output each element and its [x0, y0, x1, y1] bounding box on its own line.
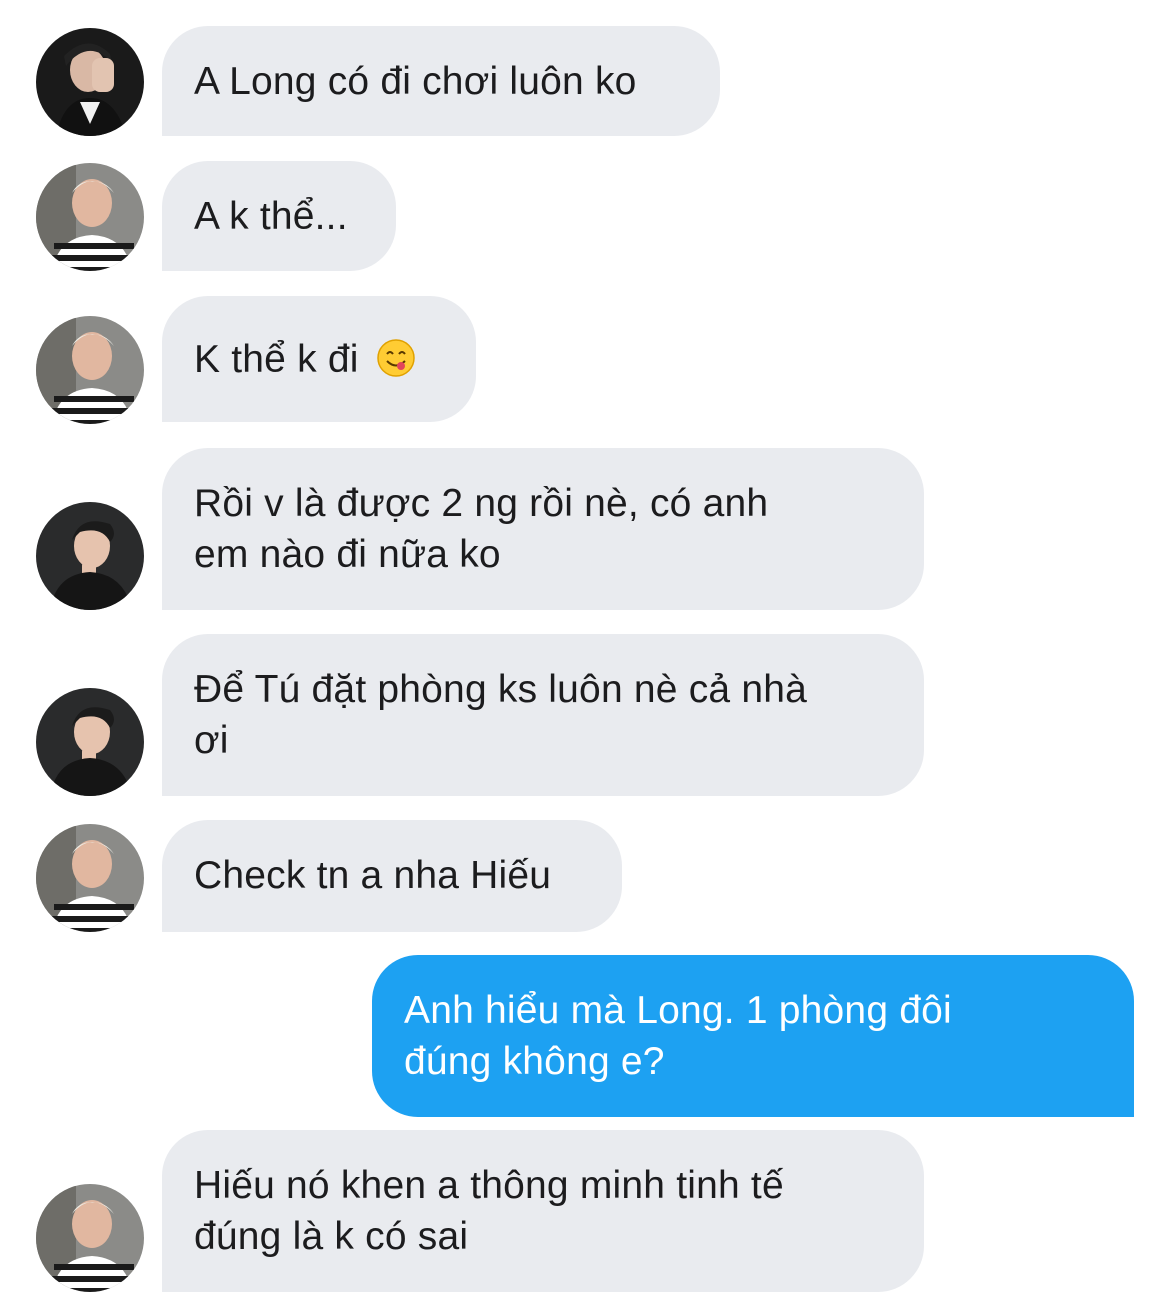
message-line: K thể k đi: [194, 334, 444, 385]
message-text: Anh hiểu mà Long. 1 phòng đôi: [404, 989, 952, 1032]
person-photo-icon: [36, 1184, 144, 1292]
avatar[interactable]: [36, 824, 144, 932]
message-bubble[interactable]: Hiếu nó khen a thông minh tinh tế đúng l…: [162, 1130, 924, 1292]
avatar[interactable]: [36, 688, 144, 796]
message-text: A k thể...: [194, 195, 348, 238]
message-text: đúng không e?: [404, 1040, 665, 1083]
message-text: Để Tú đặt phòng ks luôn nè cả nhà: [194, 668, 807, 711]
person-photo-icon: [36, 688, 144, 796]
avatar[interactable]: [36, 28, 144, 136]
avatar[interactable]: [36, 502, 144, 610]
face-savoring-food-emoji: [376, 338, 415, 377]
message-text: đúng là k có sai: [194, 1215, 469, 1258]
message-text: em nào đi nữa ko: [194, 533, 501, 576]
message-text: Check tn a nha Hiếu: [194, 854, 552, 897]
message-bubble[interactable]: A Long có đi chơi luôn ko: [162, 26, 720, 136]
message-bubble[interactable]: K thể k đi: [162, 296, 476, 422]
message-text: ơi: [194, 719, 229, 762]
message-bubble[interactable]: Rồi v là được 2 ng rồi nè, có anh em nào…: [162, 448, 924, 610]
outgoing-message-bubble[interactable]: Anh hiểu mà Long. 1 phòng đôi đúng không…: [372, 955, 1134, 1117]
person-photo-icon: [36, 28, 144, 136]
person-photo-icon: [36, 502, 144, 610]
message-bubble[interactable]: Để Tú đặt phòng ks luôn nè cả nhà ơi: [162, 634, 924, 796]
avatar[interactable]: [36, 316, 144, 424]
message-bubble[interactable]: Check tn a nha Hiếu: [162, 820, 622, 932]
message-text: K thể k đi: [194, 338, 359, 381]
avatar[interactable]: [36, 163, 144, 271]
message-bubble[interactable]: A k thể...: [162, 161, 396, 271]
avatar[interactable]: [36, 1184, 144, 1292]
message-text: Hiếu nó khen a thông minh tinh tế: [194, 1164, 784, 1207]
message-text: Rồi v là được 2 ng rồi nè, có anh: [194, 482, 769, 525]
person-photo-icon: [36, 316, 144, 424]
message-text: A Long có đi chơi luôn ko: [194, 60, 637, 103]
person-photo-icon: [36, 163, 144, 271]
person-photo-icon: [36, 824, 144, 932]
